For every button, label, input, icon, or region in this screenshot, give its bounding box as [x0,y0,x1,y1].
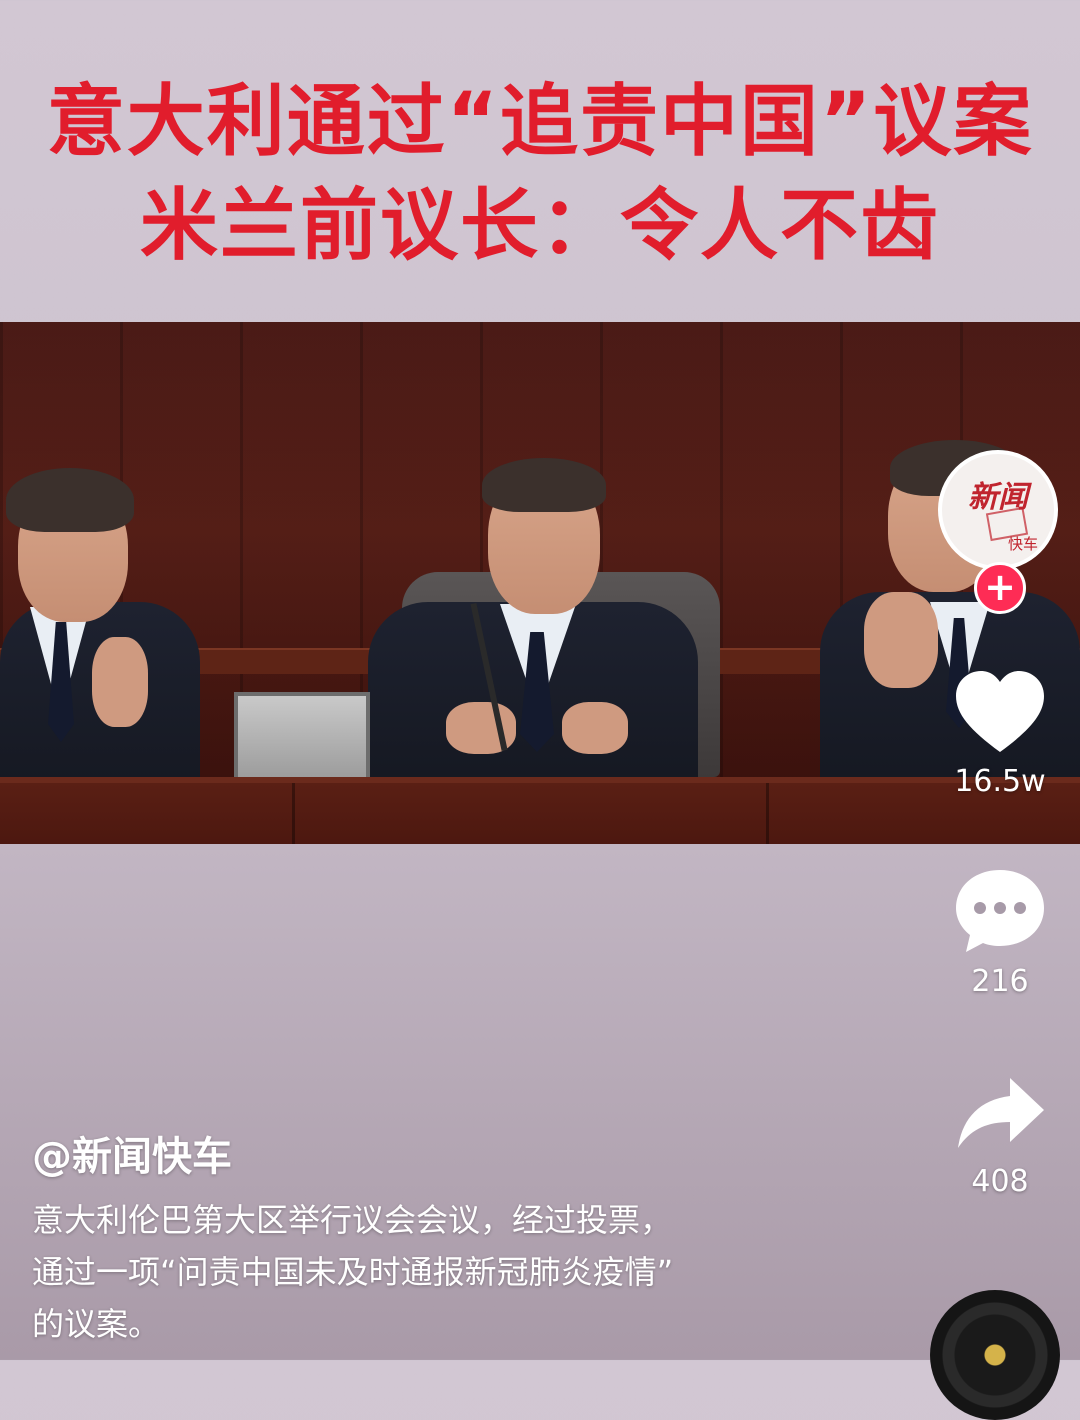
video-frame[interactable] [0,322,1080,844]
comment-count: 216 [971,964,1029,999]
video-headline: 意大利通过“追责中国”议案 米兰前议长：令人不齿 [0,70,1080,278]
comment-button[interactable]: 216 [940,866,1060,999]
video-description: 意大利伦巴第大区举行议会会议，经过投票， 通过一项“问责中国未及时通报新冠肺炎疫… [32,1194,912,1350]
heart-icon [956,671,1044,752]
follow-button[interactable]: + [974,562,1026,614]
like-button[interactable]: 16.5w [940,668,1060,799]
avatar-logo-subtext: 快车 [1007,535,1038,553]
description-line-3: 的议案。 [32,1305,161,1343]
like-count: 16.5w [954,764,1046,799]
author-handle[interactable]: @新闻快车 [32,1124,232,1182]
desk-monitor [234,692,370,786]
avatar-logo-text: 新闻 [968,480,1028,515]
headline-line-1: 意大利通过“追责中国”议案 [46,77,1034,167]
music-disc-icon[interactable] [930,1290,1060,1420]
share-button[interactable]: 408 [940,1072,1060,1199]
share-count: 408 [971,1164,1029,1199]
share-arrow-icon [958,1078,1044,1148]
account-avatar[interactable]: 新闻 快车 [938,450,1058,570]
bench-desk [0,777,1080,844]
description-line-2: 通过一项“问责中国未及时通报新冠肺炎疫情” [32,1253,674,1291]
headline-line-2: 米兰前议长：令人不齿 [139,181,940,271]
description-line-1: 意大利伦巴第大区举行议会会议，经过投票， [32,1201,673,1239]
comment-bubble-icon [956,870,1044,952]
